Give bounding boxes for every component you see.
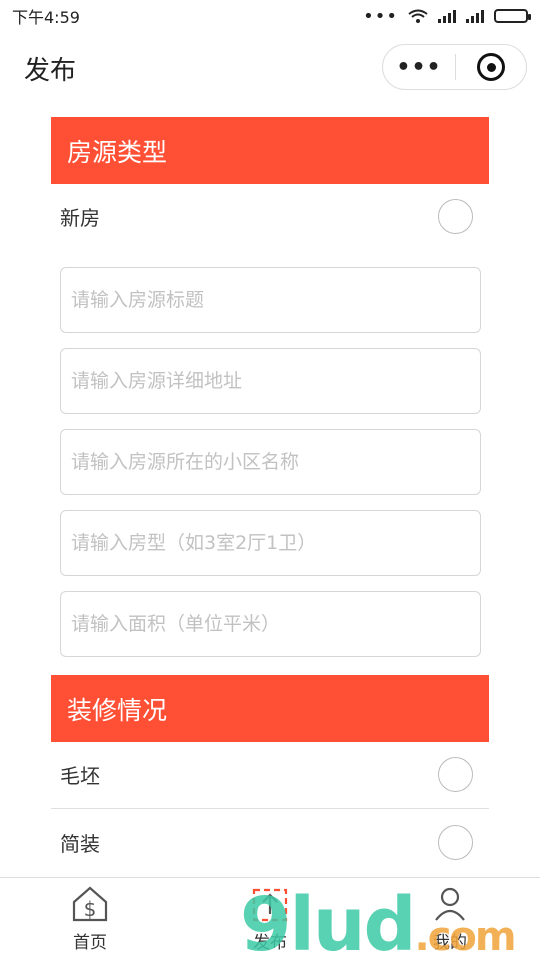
wifi-icon (408, 9, 428, 23)
house-dollar-icon: $ (72, 886, 108, 922)
nav-bar: 发布 ••• (0, 32, 540, 102)
radio-rough[interactable] (438, 757, 473, 792)
status-bar: 下午4:59 ••• (0, 0, 540, 32)
signal-icon-2 (466, 9, 484, 23)
upload-icon (252, 888, 288, 922)
option-rough[interactable]: 毛坯 (51, 741, 489, 808)
mini-program-capsule: ••• (382, 44, 527, 90)
tab-label: 我的 (433, 933, 467, 953)
option-new-house[interactable]: 新房 (51, 183, 489, 250)
address-input[interactable] (60, 348, 481, 414)
status-icons: ••• (363, 5, 531, 27)
option-simple[interactable]: 简装 (51, 809, 489, 876)
section-header-decoration: 装修情况 (51, 675, 489, 742)
person-icon (435, 887, 465, 921)
more-button[interactable]: ••• (383, 55, 455, 80)
tab-label: 首页 (73, 933, 107, 953)
tab-publish[interactable]: 发布 (225, 884, 315, 953)
status-time: 下午4:59 (12, 8, 80, 27)
radio-new-house[interactable] (438, 199, 473, 234)
close-button[interactable] (456, 53, 526, 81)
option-label: 简装 (60, 832, 100, 856)
section-header-house-type: 房源类型 (51, 117, 489, 184)
tab-bar: $ 首页 发布 我的 (0, 877, 540, 960)
target-icon (477, 53, 505, 81)
tab-mine[interactable]: 我的 (405, 884, 495, 953)
more-dots-icon: ••• (363, 5, 398, 27)
area-input[interactable] (60, 591, 481, 657)
title-input[interactable] (60, 267, 481, 333)
community-input[interactable] (60, 429, 481, 495)
battery-icon (494, 9, 531, 23)
page-title: 发布 (24, 56, 77, 86)
layout-input[interactable] (60, 510, 481, 576)
option-label: 新房 (60, 206, 100, 230)
tab-home[interactable]: $ 首页 (45, 884, 135, 953)
svg-text:$: $ (84, 897, 97, 921)
option-label: 毛坯 (60, 764, 100, 788)
signal-icon (438, 9, 456, 23)
radio-simple[interactable] (438, 825, 473, 860)
tab-label: 发布 (253, 933, 287, 953)
